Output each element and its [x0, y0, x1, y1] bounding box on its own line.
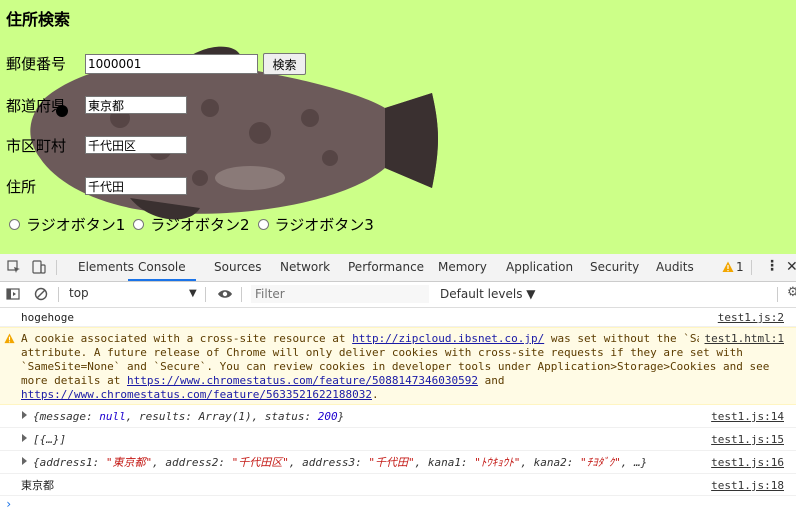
object-value: "千代田": [368, 456, 415, 469]
object-value: null: [99, 410, 126, 423]
message-object: {address1: "東京都", address2: "千代田区", addr…: [0, 451, 796, 470]
console-prompt-icon[interactable]: ›: [5, 497, 12, 511]
radio-group: ラジオボタン1 ラジオボタン2 ラジオボタン3: [9, 214, 382, 235]
source-link[interactable]: test1.js:2: [718, 311, 784, 324]
page-title: 住所検索: [6, 10, 71, 29]
object-text: , kana1:: [414, 456, 475, 469]
settings-gear-icon[interactable]: ⚙: [787, 285, 796, 300]
object-text: , address3:: [288, 456, 369, 469]
object-text: , …}: [620, 456, 648, 469]
tab-security[interactable]: Security: [590, 254, 639, 281]
warning-icon[interactable]: [722, 261, 734, 273]
source-link[interactable]: test1.js:15: [711, 433, 784, 446]
object-text: {message:: [33, 410, 100, 423]
warning-link-zipcloud[interactable]: http://zipcloud.ibsnet.co.jp/: [352, 332, 544, 345]
address-label: 住所: [6, 178, 37, 196]
tab-sources[interactable]: Sources: [214, 254, 261, 281]
expand-arrow-icon[interactable]: [22, 411, 27, 419]
message-object: {message: null, results: Array(1), statu…: [0, 405, 796, 424]
expand-arrow-icon[interactable]: [22, 457, 27, 465]
object-text: , kana2:: [520, 456, 581, 469]
devtools-panel: Elements Console Sources Network Perform…: [0, 254, 796, 529]
devtools-tabbar: Elements Console Sources Network Perform…: [0, 254, 796, 282]
address-input[interactable]: [85, 177, 187, 195]
web-page: 住所検索 郵便番号 検索 都道府県 市区町村 住所 ラジオボタン1 ラジオボタン…: [0, 0, 796, 254]
object-text: }: [337, 410, 345, 423]
tab-audits[interactable]: Audits: [656, 254, 694, 281]
tab-separator: [751, 260, 752, 275]
device-toolbar-icon[interactable]: [32, 260, 46, 274]
source-link[interactable]: test1.html:1: [698, 332, 784, 345]
object-value: "ﾄｳｷｮｳﾄ": [474, 456, 521, 469]
object-value: "東京都": [105, 456, 153, 469]
radio-label-1: ラジオボタン1: [26, 216, 126, 234]
tab-elements[interactable]: Elements: [78, 254, 134, 281]
toolbar-separator: [777, 287, 778, 302]
console-message[interactable]: {address1: "東京都", address2: "千代田区", addr…: [0, 451, 796, 474]
warning-count[interactable]: 1: [736, 254, 744, 281]
toolbar-separator: [205, 287, 206, 302]
warning-text-part: and: [477, 374, 505, 387]
close-icon[interactable]: ✕: [786, 254, 796, 281]
tab-console[interactable]: Console: [128, 254, 196, 281]
zip-label: 郵便番号: [6, 55, 67, 73]
expand-arrow-icon[interactable]: [22, 434, 27, 442]
object-text: {address1:: [33, 456, 106, 469]
warning-text: A cookie associated with a cross-site re…: [0, 328, 796, 402]
prefecture-label: 都道府県: [6, 97, 67, 115]
warning-link-chromestatus-1[interactable]: https://www.chromestatus.com/feature/508…: [127, 374, 478, 387]
toolbar-separator: [241, 287, 242, 302]
zip-input[interactable]: [85, 54, 258, 74]
toolbar-separator: [58, 287, 59, 302]
object-text: , address2:: [152, 456, 232, 469]
log-levels-dropdown[interactable]: Default levels ▼: [440, 287, 536, 301]
warning-text-part: A cookie associated with a cross-site re…: [21, 332, 353, 345]
message-array: [{…}]: [33, 433, 67, 446]
tab-memory[interactable]: Memory: [438, 254, 487, 281]
console-message: hogehoge test1.js:2: [0, 307, 796, 327]
radio-button-3[interactable]: [257, 219, 269, 230]
message-text: 東京都: [21, 479, 54, 492]
object-value: 200: [317, 410, 338, 423]
clear-console-icon[interactable]: [34, 287, 48, 301]
object-value: "ﾁﾖﾀﾞｸ": [580, 456, 621, 469]
search-button[interactable]: 検索: [263, 53, 306, 75]
console-warning: A cookie associated with a cross-site re…: [0, 327, 796, 405]
tab-performance[interactable]: Performance: [348, 254, 424, 281]
warning-link-chromestatus-2[interactable]: https://www.chromestatus.com/feature/563…: [21, 388, 372, 401]
console-prompt-row[interactable]: ›: [0, 496, 796, 514]
warning-icon: [4, 333, 15, 344]
tab-separator: [56, 260, 57, 275]
console-messages: hogehoge test1.js:2 A cookie associated …: [0, 307, 796, 529]
prefecture-input[interactable]: [85, 96, 187, 114]
object-text: , results: Array(1), status:: [125, 410, 318, 423]
console-toolbar: top ▼ Default levels ▼ ⚙: [0, 282, 796, 308]
context-dropdown-arrow[interactable]: ▼: [189, 288, 197, 299]
city-input[interactable]: [85, 136, 187, 154]
radio-button-1[interactable]: [9, 219, 20, 230]
filter-input[interactable]: [251, 285, 429, 303]
show-sidebar-icon[interactable]: [6, 287, 20, 301]
live-expression-eye-icon[interactable]: [217, 287, 233, 301]
source-link[interactable]: test1.js:14: [711, 410, 784, 423]
source-link[interactable]: test1.js:16: [705, 456, 784, 469]
console-message: 東京都 test1.js:18: [0, 474, 796, 496]
object-value: "千代田区": [231, 456, 289, 469]
console-message[interactable]: {message: null, results: Array(1), statu…: [0, 405, 796, 428]
tab-application[interactable]: Application: [506, 254, 573, 281]
radio-button-2[interactable]: [133, 219, 145, 230]
tab-network[interactable]: Network: [280, 254, 330, 281]
city-label: 市区町村: [6, 137, 67, 155]
context-selector[interactable]: top: [69, 286, 89, 300]
message-text: hogehoge: [21, 311, 74, 324]
warning-text-part: .: [372, 388, 379, 401]
console-message[interactable]: [{…}] test1.js:15: [0, 428, 796, 451]
source-link[interactable]: test1.js:18: [711, 479, 784, 492]
radio-label-3: ラジオボタン3: [274, 216, 374, 234]
inspect-element-icon[interactable]: [7, 260, 21, 274]
more-menu-icon[interactable]: ⋮: [765, 254, 779, 281]
radio-label-2: ラジオボタン2: [150, 216, 250, 234]
